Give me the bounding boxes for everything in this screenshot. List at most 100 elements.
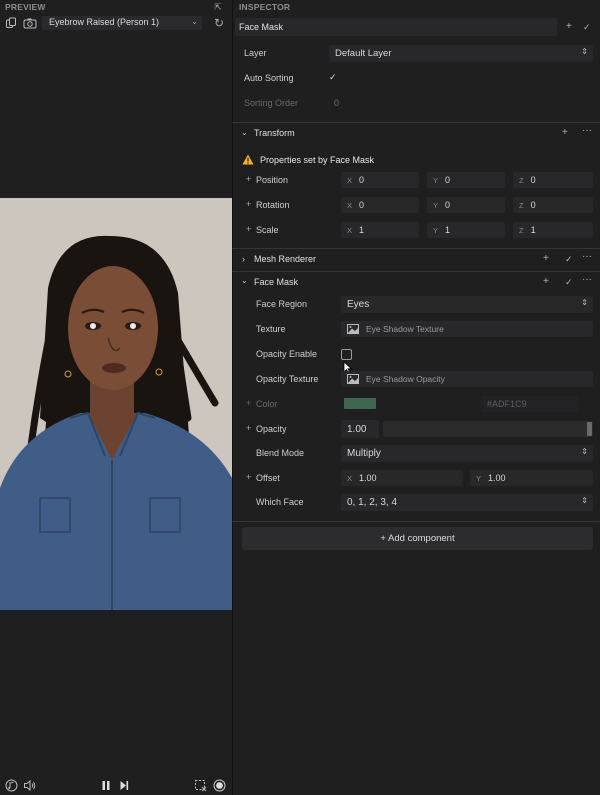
scale-y-field[interactable]: Y1 xyxy=(427,222,505,238)
position-z-value: 0 xyxy=(530,175,536,185)
add-icon[interactable]: + xyxy=(543,254,549,264)
scale-y-value: 1 xyxy=(445,225,451,235)
face-region-dropdown[interactable]: Eyes ⇕ xyxy=(341,296,593,313)
rotation-label: Rotation xyxy=(256,200,290,210)
add-icon[interactable]: + xyxy=(543,277,549,287)
add-component-button[interactable]: + Add component xyxy=(242,527,593,550)
expand-plus-icon[interactable]: + xyxy=(246,224,251,234)
color-hex-value: #ADF1C9 xyxy=(487,399,527,409)
person-preview-image xyxy=(0,198,232,610)
scale-x-value: 1 xyxy=(359,225,365,235)
check-icon[interactable]: ✓ xyxy=(565,277,573,287)
position-z-field[interactable]: Z0 xyxy=(513,172,593,188)
expand-plus-icon: + xyxy=(246,398,252,408)
rotation-y-field[interactable]: Y0 xyxy=(427,197,505,213)
scale-z-field[interactable]: Z1 xyxy=(513,222,593,238)
image-icon xyxy=(347,324,359,334)
rotation-x-value: 0 xyxy=(359,200,365,210)
face-mask-title[interactable]: Face Mask xyxy=(254,277,298,287)
which-face-dropdown[interactable]: 0, 1, 2, 3, 4 ⇕ xyxy=(341,494,593,511)
refresh-icon[interactable]: ↻ xyxy=(212,16,226,30)
chevron-down-icon[interactable]: ⌄ xyxy=(241,276,248,285)
popout-icon[interactable]: ⇱ xyxy=(212,1,224,13)
which-face-label: Which Face xyxy=(256,497,304,507)
offset-y-field[interactable]: Y 1.00 xyxy=(470,470,593,486)
position-x-field[interactable]: X0 xyxy=(341,172,419,188)
offset-y-value: 1.00 xyxy=(488,473,506,483)
opacity-slider-handle[interactable] xyxy=(587,422,592,436)
expand-plus-icon[interactable]: + xyxy=(246,423,251,433)
rotation-z-field[interactable]: Z0 xyxy=(513,197,593,213)
add-icon[interactable]: + xyxy=(566,22,572,32)
opacity-texture-value: Eye Shadow Opacity xyxy=(366,374,445,384)
chevron-right-icon[interactable]: › xyxy=(242,254,245,264)
updown-chevron-icon: ⇕ xyxy=(581,447,588,456)
which-face-value: 0, 1, 2, 3, 4 xyxy=(347,497,398,508)
axis-z-label: Z xyxy=(519,200,524,210)
opacity-value: 1.00 xyxy=(347,423,367,435)
blend-mode-dropdown[interactable]: Multiply ⇕ xyxy=(341,445,593,462)
sorting-order-label: Sorting Order xyxy=(244,98,299,108)
axis-z-label: Z xyxy=(519,175,524,185)
blend-mode-label: Blend Mode xyxy=(256,448,305,458)
preview-panel: PREVIEW ⇱ Eyebrow Raised (Person 1) ⌄ ↻ xyxy=(0,0,232,795)
preview-person-dropdown[interactable]: Eyebrow Raised (Person 1) ⌄ xyxy=(42,16,202,30)
audio-track-icon[interactable] xyxy=(4,778,18,792)
device-icon[interactable] xyxy=(5,17,17,29)
pause-icon[interactable] xyxy=(100,778,112,792)
sorting-order-value[interactable]: 0 xyxy=(334,98,339,108)
auto-sorting-label: Auto Sorting xyxy=(244,73,294,83)
crop-select-icon[interactable] xyxy=(193,778,207,792)
opacity-enable-checkbox[interactable] xyxy=(341,349,352,360)
layer-dropdown[interactable]: Default Layer ⇕ xyxy=(329,45,593,62)
layer-value: Default Layer xyxy=(335,48,392,59)
volume-icon[interactable] xyxy=(23,778,37,792)
updown-chevron-icon: ⇕ xyxy=(581,496,588,505)
expand-plus-icon[interactable]: + xyxy=(246,199,251,209)
face-region-value: Eyes xyxy=(347,299,370,310)
opacity-value-field[interactable]: 1.00 xyxy=(341,420,379,438)
more-icon[interactable]: ··· xyxy=(582,252,592,262)
axis-y-label: Y xyxy=(433,225,439,235)
object-name-input[interactable]: Face Mask xyxy=(235,18,557,36)
color-label: Color xyxy=(256,399,278,409)
color-hex-field: #ADF1C9 xyxy=(481,396,578,412)
auto-sorting-checkbox[interactable]: ✓ xyxy=(329,72,337,83)
add-component-label: + Add component xyxy=(380,533,455,544)
offset-x-value: 1.00 xyxy=(359,473,377,483)
add-icon[interactable]: + xyxy=(562,128,568,138)
preview-dropdown-label: Eyebrow Raised (Person 1) xyxy=(49,17,160,27)
preview-video[interactable] xyxy=(0,198,232,610)
position-y-field[interactable]: Y0 xyxy=(427,172,505,188)
transform-title[interactable]: Transform xyxy=(254,128,295,138)
updown-chevron-icon: ⇕ xyxy=(581,47,588,56)
chevron-down-icon[interactable]: ⌄ xyxy=(241,128,248,137)
position-label: Position xyxy=(256,175,289,185)
rotation-x-field[interactable]: X0 xyxy=(341,197,419,213)
check-icon[interactable]: ✓ xyxy=(583,22,591,32)
position-x-value: 0 xyxy=(359,175,365,185)
mesh-renderer-title[interactable]: Mesh Renderer xyxy=(254,254,316,264)
check-icon[interactable]: ✓ xyxy=(565,254,573,264)
offset-x-field[interactable]: X 1.00 xyxy=(341,470,463,486)
more-icon[interactable]: ··· xyxy=(582,275,592,285)
scale-x-field[interactable]: X1 xyxy=(341,222,419,238)
expand-plus-icon[interactable]: + xyxy=(246,472,251,482)
rotation-y-value: 0 xyxy=(445,200,451,210)
step-forward-icon[interactable] xyxy=(118,778,130,792)
record-icon[interactable] xyxy=(212,778,226,792)
updown-chevron-icon: ⇕ xyxy=(581,298,588,307)
axis-y-label: Y xyxy=(476,473,482,483)
offset-label: Offset xyxy=(256,473,280,483)
warning-icon xyxy=(242,154,254,165)
expand-plus-icon[interactable]: + xyxy=(246,174,251,184)
camera-icon[interactable] xyxy=(23,17,37,29)
opacity-slider[interactable] xyxy=(383,421,593,437)
image-icon xyxy=(347,374,359,384)
inspector-title: INSPECTOR xyxy=(239,2,291,12)
texture-picker[interactable]: Eye Shadow Texture xyxy=(341,321,593,337)
axis-y-label: Y xyxy=(433,200,439,210)
more-icon[interactable]: ··· xyxy=(582,126,592,136)
axis-x-label: X xyxy=(347,175,353,185)
opacity-texture-picker[interactable]: Eye Shadow Opacity xyxy=(341,371,593,387)
